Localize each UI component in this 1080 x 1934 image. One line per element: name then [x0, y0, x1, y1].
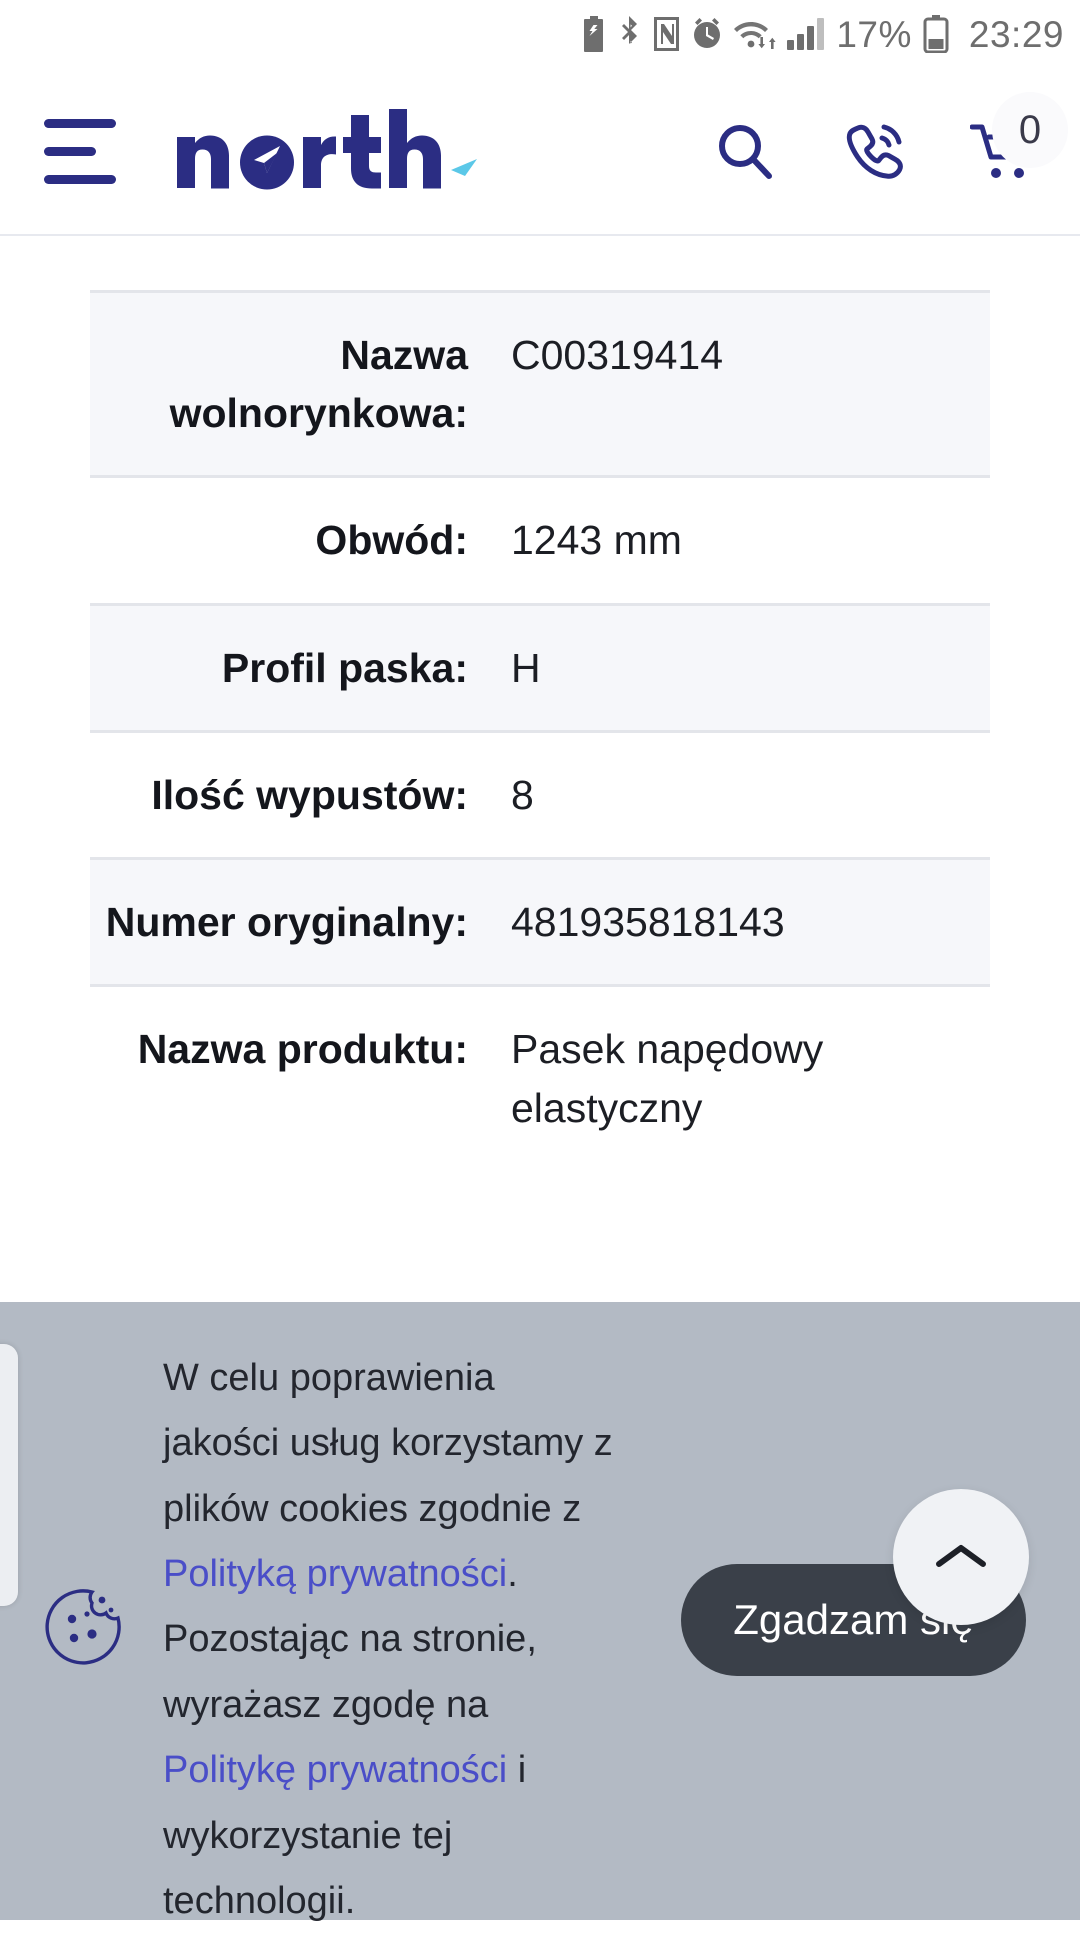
wifi-icon — [734, 16, 776, 52]
spec-value: 8 — [490, 733, 990, 857]
alarm-icon — [691, 16, 723, 52]
spec-label: Nazwa produktu: — [90, 987, 490, 1169]
hamburger-menu-icon[interactable] — [44, 116, 130, 186]
cellular-signal-icon — [787, 16, 825, 52]
nfc-icon — [653, 16, 680, 52]
table-row: Nazwa wolnorynkowa:C00319414 — [90, 290, 990, 478]
battery-icon — [923, 15, 949, 53]
spec-label: Nazwa wolnorynkowa: — [90, 293, 490, 475]
status-bar: 17% 23:29 — [0, 0, 1080, 68]
spec-value: Pasek napędowy elastyczny — [490, 987, 990, 1169]
spec-value: 481935818143 — [490, 860, 990, 984]
bluetooth-icon — [618, 16, 642, 52]
cookie-consent-text: W celu poprawienia jakości usług korzyst… — [163, 1346, 618, 1934]
table-row: Nazwa produktu:Pasek napędowy elastyczny — [90, 987, 990, 1169]
product-spec-table: Nazwa wolnorynkowa:C00319414Obwód:1243 m… — [90, 290, 990, 1170]
chevron-up-icon — [933, 1539, 989, 1575]
spec-value: C00319414 — [490, 293, 990, 475]
search-icon[interactable] — [708, 114, 782, 188]
clock-label: 23:29 — [969, 16, 1064, 53]
side-panel-handle[interactable] — [0, 1344, 18, 1606]
spec-value: H — [490, 606, 990, 730]
site-logo[interactable] — [175, 111, 479, 191]
privacy-policy-link-1[interactable]: Polityką prywatności — [163, 1553, 507, 1595]
site-header: 0 — [0, 68, 1080, 236]
table-row: Ilość wypustów:8 — [90, 733, 990, 857]
hamburger-line-1 — [44, 119, 116, 128]
battery-saver-icon — [581, 16, 607, 52]
table-row: Numer oryginalny:481935818143 — [90, 857, 990, 987]
spec-value: 1243 mm — [490, 478, 990, 602]
battery-percent-label: 17% — [836, 16, 912, 53]
north-logo-icon — [175, 107, 443, 191]
logo-accent-triangle-icon — [449, 155, 479, 187]
spec-label: Numer oryginalny: — [90, 860, 490, 984]
cart-count-badge: 0 — [992, 92, 1068, 168]
cookie-text-part-1: W celu poprawienia jakości usług korzyst… — [163, 1357, 613, 1530]
table-row: Obwód:1243 mm — [90, 478, 990, 602]
spec-label: Profil paska: — [90, 606, 490, 730]
phone-icon[interactable] — [838, 114, 912, 188]
spec-label: Obwód: — [90, 478, 490, 602]
hamburger-line-3 — [44, 175, 116, 184]
privacy-policy-link-2[interactable]: Politykę prywatności — [163, 1749, 507, 1791]
scroll-to-top-button[interactable] — [893, 1489, 1029, 1625]
hamburger-line-2 — [44, 147, 96, 156]
header-actions: 0 — [708, 114, 1042, 188]
cart-icon[interactable]: 0 — [968, 114, 1042, 188]
cookie-consent-banner: W celu poprawienia jakości usług korzyst… — [0, 1302, 1080, 1920]
spec-label: Ilość wypustów: — [90, 733, 490, 857]
table-row: Profil paska:H — [90, 603, 990, 733]
cookie-icon — [44, 1586, 124, 1666]
